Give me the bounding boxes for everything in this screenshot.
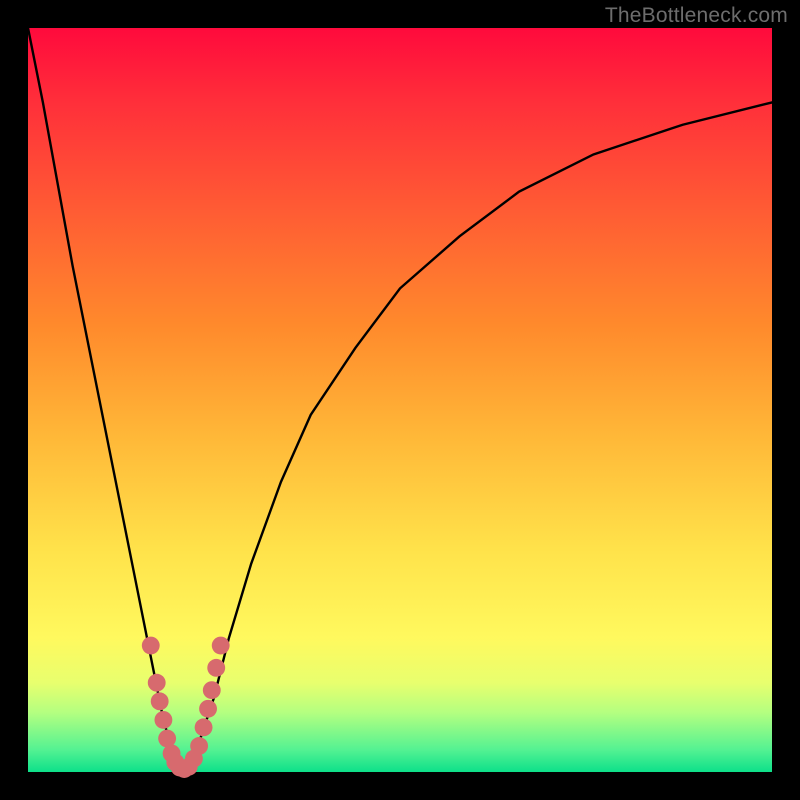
curve-marker xyxy=(190,737,208,755)
curve-marker xyxy=(148,674,166,692)
chart-svg xyxy=(28,28,772,772)
curve-markers xyxy=(142,637,230,778)
bottleneck-curve xyxy=(28,28,772,772)
curve-marker xyxy=(207,659,225,677)
curve-marker xyxy=(195,718,213,736)
outer-frame: TheBottleneck.com xyxy=(0,0,800,800)
curve-marker xyxy=(154,711,172,729)
curve-marker xyxy=(199,700,217,718)
watermark-text: TheBottleneck.com xyxy=(605,4,788,28)
curve-marker xyxy=(212,637,230,655)
curve-marker xyxy=(151,692,169,710)
curve-marker xyxy=(203,681,221,699)
curve-marker xyxy=(142,637,160,655)
plot-area xyxy=(28,28,772,772)
